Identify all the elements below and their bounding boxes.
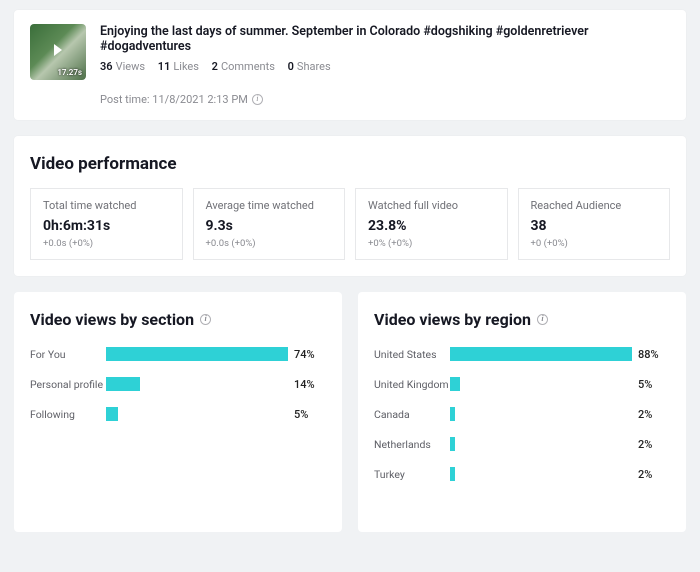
region-bar-bar [450,437,632,451]
comments-count: 2 [212,60,218,73]
metric-watched-full: Watched full video 23.8% +0% (+0%) [355,188,508,260]
section-bar-row: Following 5% [30,407,326,421]
metric-total-time: Total time watched 0h:6m:31s +0.0s (+0%) [30,188,183,260]
region-bar-row: Turkey 2% [374,467,670,481]
region-bar-label: Turkey [374,468,450,481]
metric-value: 23.8% [368,218,495,234]
region-bar-label: Canada [374,408,450,421]
post-time-text: Post time: 11/8/2021 2:13 PM [100,93,248,106]
region-bar-bar [450,377,632,391]
region-bar-bar [450,407,632,421]
section-bar-label: Personal profile [30,378,106,391]
metric-label: Total time watched [43,199,170,212]
region-bar-pct: 2% [638,468,670,481]
region-bar-row: United States 88% [374,347,670,361]
chart-title-text: Video views by region [374,310,531,329]
section-bar-bar-fill [106,407,118,421]
region-bar-label: United States [374,348,450,361]
views-by-section-title: Video views by section [30,310,326,329]
views-by-region-card: Video views by region United States88%Un… [358,292,686,532]
views-label: Views [116,60,145,73]
section-bars: For You 74% Personal profile 14% Following 5% [30,347,326,421]
info-icon[interactable] [252,94,263,105]
region-bar-bar [450,467,632,481]
metric-change: +0.0s (+0%) [43,238,170,249]
video-title: Enjoying the last days of summer. Septem… [100,24,670,54]
section-bar-bar-fill [106,377,140,391]
metric-value: 9.3s [206,218,333,234]
region-bar-bar-fill [450,407,455,421]
region-bars: United States 88% United Kingdom 5% Canada 2%… [374,347,670,481]
metric-change: +0% (+0%) [368,238,495,249]
section-bar-bar [106,377,288,391]
section-bar-bar [106,407,288,421]
region-bar-bar-fill [450,377,460,391]
metric-label: Average time watched [206,199,333,212]
info-icon[interactable] [537,314,548,325]
play-icon [54,44,62,56]
video-duration: 17.27s [57,68,82,77]
views-by-region-title: Video views by region [374,310,670,329]
region-bar-row: Canada 2% [374,407,670,421]
region-bar-label: Netherlands [374,438,450,451]
views-count: 36 [100,60,113,73]
metric-value: 0h:6m:31s [43,218,170,234]
metric-value: 38 [531,218,658,234]
region-bar-row: United Kingdom 5% [374,377,670,391]
region-bar-pct: 5% [638,378,670,391]
section-bar-pct: 74% [294,348,326,361]
comments-label: Comments [221,60,275,73]
likes-label: Likes [173,60,199,73]
views-by-section-card: Video views by section For You 74% Persona… [14,292,342,532]
video-meta: Enjoying the last days of summer. Septem… [100,24,670,106]
video-header-card: 17.27s Enjoying the last days of summer.… [14,10,686,120]
region-bar-bar-fill [450,347,632,361]
region-bar-bar-fill [450,467,455,481]
performance-title: Video performance [30,154,670,174]
metric-avg-time: Average time watched 9.3s +0.0s (+0%) [193,188,346,260]
region-bar-bar-fill [450,437,455,451]
section-bar-label: Following [30,408,106,421]
section-bar-pct: 14% [294,378,326,391]
section-bar-bar-fill [106,347,288,361]
video-thumbnail[interactable]: 17.27s [30,24,86,80]
region-bar-bar [450,347,632,361]
section-bar-pct: 5% [294,408,326,421]
region-bar-pct: 2% [638,408,670,421]
metric-reached-audience: Reached Audience 38 +0 (+0%) [518,188,671,260]
metric-label: Reached Audience [531,199,658,212]
shares-count: 0 [288,60,294,73]
metric-label: Watched full video [368,199,495,212]
region-bar-row: Netherlands 2% [374,437,670,451]
charts-row: Video views by section For You 74% Persona… [14,292,686,532]
section-bar-row: Personal profile 14% [30,377,326,391]
performance-card: Video performance Total time watched 0h:… [14,136,686,276]
metric-change: +0.0s (+0%) [206,238,333,249]
info-icon[interactable] [200,314,211,325]
section-bar-row: For You 74% [30,347,326,361]
region-bar-pct: 2% [638,438,670,451]
likes-count: 11 [158,60,171,73]
post-time: Post time: 11/8/2021 2:13 PM [100,93,670,106]
region-bar-label: United Kingdom [374,378,450,391]
section-bar-label: For You [30,348,106,361]
metric-change: +0 (+0%) [531,238,658,249]
section-bar-bar [106,347,288,361]
shares-label: Shares [297,60,331,73]
metric-row: Total time watched 0h:6m:31s +0.0s (+0%)… [30,188,670,260]
region-bar-pct: 88% [638,348,670,361]
video-stats: 36Views 11Likes 2Comments 0Shares [100,60,670,73]
chart-title-text: Video views by section [30,310,194,329]
